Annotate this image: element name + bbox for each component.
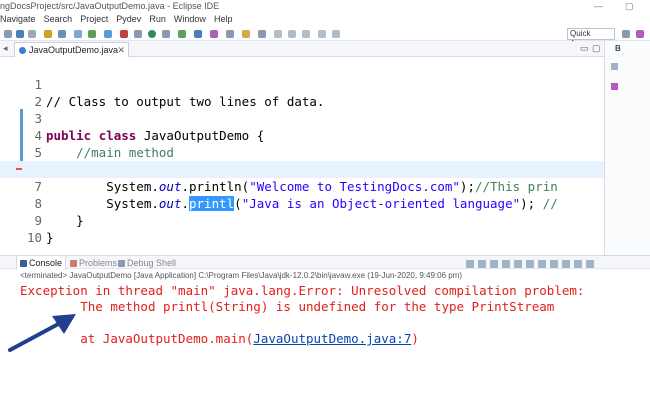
code-line-1: 1 // Class to output two lines of data. — [0, 59, 604, 109]
left-collapse-icon[interactable]: ◂ — [3, 43, 8, 54]
console-line: The method printl(String) is undefined f… — [20, 299, 555, 314]
code-line-6: 6 System.out.println("Welcome to Testing… — [0, 144, 604, 194]
display-console-icon[interactable] — [550, 260, 558, 268]
menu-search[interactable]: Search — [44, 12, 73, 26]
stack-trace-link[interactable]: JavaOutputDemo.java:7 — [253, 331, 411, 346]
debug-shell-icon — [118, 260, 125, 267]
remove-all-icon[interactable] — [490, 260, 498, 268]
search-icon[interactable] — [258, 30, 266, 38]
new-file-icon[interactable] — [4, 30, 12, 38]
maximize-icon[interactable] — [586, 260, 594, 268]
code-line-5: 5 public static void main(String[] args)… — [0, 127, 604, 177]
toggle-mark-icon[interactable] — [274, 30, 282, 38]
console-tab-bar: Console Problems Debug Shell — [0, 255, 650, 271]
menu-window[interactable]: Window — [174, 12, 206, 26]
outline-sort-icon[interactable] — [611, 83, 618, 90]
run-dropdown-icon[interactable] — [162, 30, 170, 38]
open-console-icon[interactable] — [562, 260, 570, 268]
save-icon[interactable] — [16, 30, 24, 38]
minimize-icon[interactable]: — — [594, 0, 603, 12]
external-tools-icon[interactable] — [194, 30, 202, 38]
scroll-lock-icon[interactable] — [514, 260, 522, 268]
arrow-shaft — [8, 320, 64, 352]
console-toolbar — [466, 259, 598, 271]
code-line-2: 2 — [0, 76, 604, 109]
open-perspective-icon[interactable] — [622, 30, 630, 38]
code-line-7: 7 System.out.printl("Java is an Object-o… — [0, 161, 604, 211]
console-launch-status: <terminated> JavaOutputDemo [Java Applic… — [20, 271, 463, 280]
remove-launch-icon[interactable] — [478, 260, 486, 268]
clear-console-icon[interactable] — [502, 260, 510, 268]
run-icon[interactable] — [148, 30, 156, 38]
console-icon — [20, 260, 27, 267]
menu-navigate[interactable]: Navigate — [0, 12, 36, 26]
problems-icon — [70, 260, 77, 267]
menu-help[interactable]: Help — [214, 12, 233, 26]
word-wrap-icon[interactable] — [526, 260, 534, 268]
tab-problems[interactable]: Problems — [70, 256, 117, 270]
debug-icon[interactable] — [88, 30, 96, 38]
tab-label: Debug Shell — [127, 258, 177, 268]
code-line-10: 10 — [0, 212, 604, 245]
menu-project[interactable]: Project — [80, 12, 108, 26]
code-line-4: 4 //main method — [0, 110, 604, 160]
trace-suffix: ) — [411, 331, 419, 346]
menu-bar: Navigate Search Project Pydev Run Window… — [0, 12, 650, 26]
java-perspective-icon[interactable] — [636, 30, 644, 38]
main-toolbar: Quick Access — [0, 27, 650, 48]
open-folder-icon[interactable] — [242, 30, 250, 38]
tab-console[interactable]: Console — [16, 256, 67, 270]
annotation-arrow — [8, 314, 76, 352]
tab-label: Problems — [79, 258, 118, 268]
previous-annotation-icon[interactable] — [302, 30, 310, 38]
minimize-icon[interactable] — [574, 260, 582, 268]
save-all-icon[interactable] — [28, 30, 36, 38]
java-package-icon[interactable] — [104, 30, 112, 38]
java-file-icon — [19, 47, 26, 54]
outline-filter-icon[interactable] — [611, 63, 618, 70]
maximize-icon[interactable]: ▢ — [625, 0, 634, 12]
next-annotation-icon[interactable] — [288, 30, 296, 38]
tab-label: Console — [29, 258, 63, 268]
tab-label: JavaOutputDemo.java — [29, 45, 119, 55]
maximize-editor-icon[interactable]: ▢ — [592, 43, 601, 54]
skip-breakpoints-icon[interactable] — [58, 30, 66, 38]
close-icon[interactable]: ✕ — [117, 43, 125, 57]
console-line: Exception in thread "main" java.lang.Err… — [20, 283, 585, 298]
menu-pydev[interactable]: Pydev — [116, 12, 141, 26]
outline-tab[interactable]: B — [615, 44, 621, 53]
tab-java-output-demo[interactable]: JavaOutputDemo.java ✕ — [14, 42, 129, 57]
new-java-project-icon[interactable] — [74, 30, 82, 38]
code-line-3: 3 public class JavaOutputDemo { — [0, 93, 604, 143]
console-output[interactable]: Exception in thread "main" java.lang.Err… — [0, 283, 650, 400]
window-title: ngDocsProject/src/JavaOutputDemo.java - … — [0, 1, 220, 11]
quick-access-field[interactable]: Quick Access — [567, 28, 615, 48]
menu-run[interactable]: Run — [149, 12, 166, 26]
tab-debug-shell[interactable]: Debug Shell — [118, 256, 176, 270]
code-line-8: 8 } — [0, 178, 604, 228]
line-text: } — [46, 230, 54, 245]
coverage-icon[interactable] — [178, 30, 186, 38]
code-editor[interactable]: 1 // Class to output two lines of data. … — [0, 57, 604, 254]
pin-console-icon[interactable] — [538, 260, 546, 268]
minimize-editor-icon[interactable]: ▭ — [580, 43, 589, 54]
terminate-icon[interactable] — [466, 260, 474, 268]
stop-icon[interactable] — [120, 30, 128, 38]
title-bar: ngDocsProject/src/JavaOutputDemo.java - … — [0, 0, 650, 12]
forward-icon[interactable] — [332, 30, 340, 38]
code-line-9: 9 } — [0, 195, 604, 245]
new-class-icon[interactable] — [210, 30, 218, 38]
line-number: 10 — [26, 230, 42, 245]
error-marker-icon[interactable] — [16, 164, 22, 170]
debug-dropdown-icon[interactable] — [134, 30, 142, 38]
editor-tab-bar: ◂ JavaOutputDemo.java ✕ ▭ ▢ — [0, 41, 604, 57]
back-icon[interactable] — [318, 30, 326, 38]
build-icon[interactable] — [44, 30, 52, 38]
outline-panel: B — [604, 41, 650, 255]
open-type-icon[interactable] — [226, 30, 234, 38]
